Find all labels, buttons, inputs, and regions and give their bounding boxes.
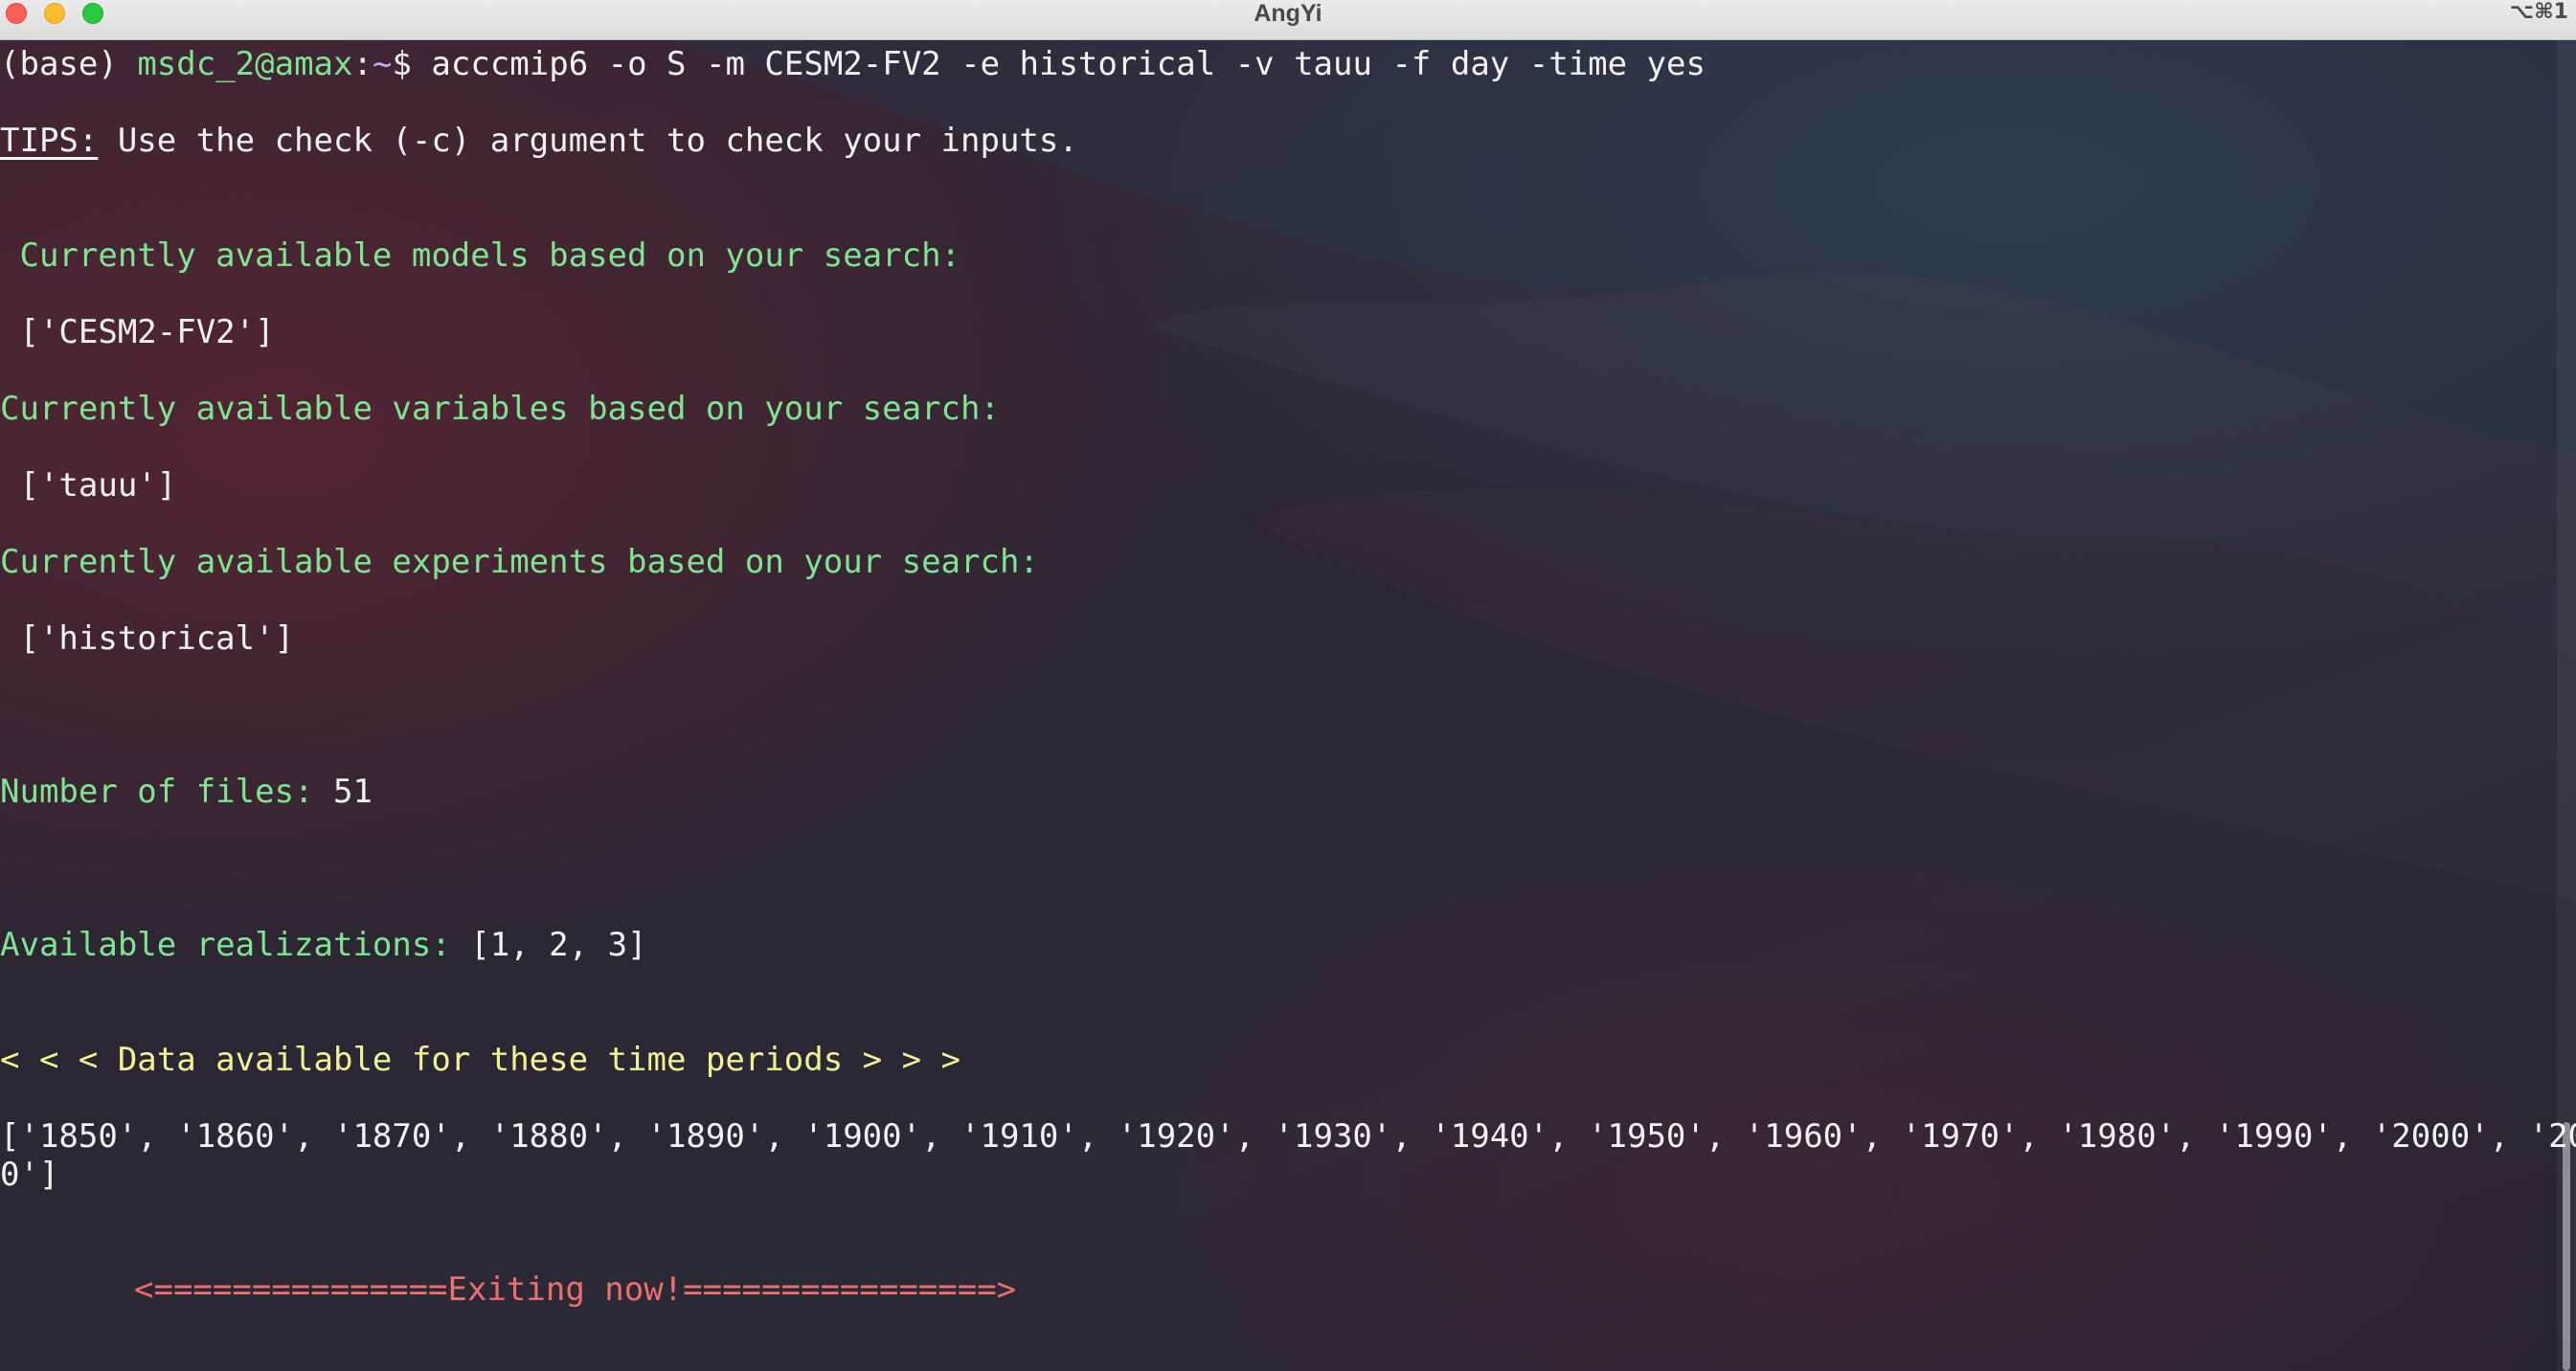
time-periods-heading: < < < Data available for these time peri… <box>0 1041 961 1079</box>
files-count: 51 <box>313 773 373 811</box>
time-periods-line-1: ['1850', '1860', '1870', '1880', '1890',… <box>0 1117 2576 1156</box>
tips-text: Use the check (-c) argument to check you… <box>98 122 1078 160</box>
prompt-path: ~ <box>372 45 393 83</box>
scrollbar-track[interactable] <box>2557 40 2576 1371</box>
models-heading: Currently available models based on your… <box>0 236 961 275</box>
variables-heading: Currently available variables based on y… <box>0 390 1000 428</box>
prompt-command: acccmip6 -o S -m CESM2-FV2 -e historical… <box>431 45 1706 83</box>
time-periods-line-2: 0'] <box>0 1156 59 1194</box>
prompt-user-host: msdc_2@amax <box>137 45 353 83</box>
realizations-value: [1, 2, 3] <box>450 926 647 964</box>
scrollbar-thumb[interactable] <box>2563 1122 2570 1371</box>
realizations-line: Available realizations: [1, 2, 3] <box>0 926 647 964</box>
experiments-heading: Currently available experiments based on… <box>0 543 1039 581</box>
title-bar[interactable]: AngYi ⌥⌘1 <box>0 0 2576 40</box>
window-shortcut-label: ⌥⌘1 <box>2509 0 2568 24</box>
prompt-env: (base) <box>0 45 118 83</box>
files-label: Number of files: <box>0 773 314 811</box>
tips-label: TIPS: <box>0 122 99 160</box>
terminal-window: AngYi ⌥⌘1 (base) msdc_2@amax:~$ acccmip6… <box>0 0 2576 1371</box>
window-title: AngYi <box>1254 0 1322 27</box>
variables-value: ['tauu'] <box>0 466 177 505</box>
terminal-content[interactable]: (base) msdc_2@amax:~$ acccmip6 -o S -m C… <box>0 40 2576 1371</box>
experiments-value: ['historical'] <box>0 619 295 658</box>
realizations-label: Available realizations: <box>0 926 451 964</box>
prompt-symbol: $ <box>392 45 412 83</box>
prompt-separator: : <box>352 45 373 83</box>
models-value: ['CESM2-FV2'] <box>0 313 275 351</box>
prompt-line: (base) msdc_2@amax:~$ acccmip6 -o S -m C… <box>0 45 1706 83</box>
exit-message: <===============Exiting now!============… <box>134 1270 1017 1309</box>
files-line: Number of files: 51 <box>0 773 373 811</box>
tips-line: TIPS: Use the check (-c) argument to che… <box>0 122 1078 160</box>
